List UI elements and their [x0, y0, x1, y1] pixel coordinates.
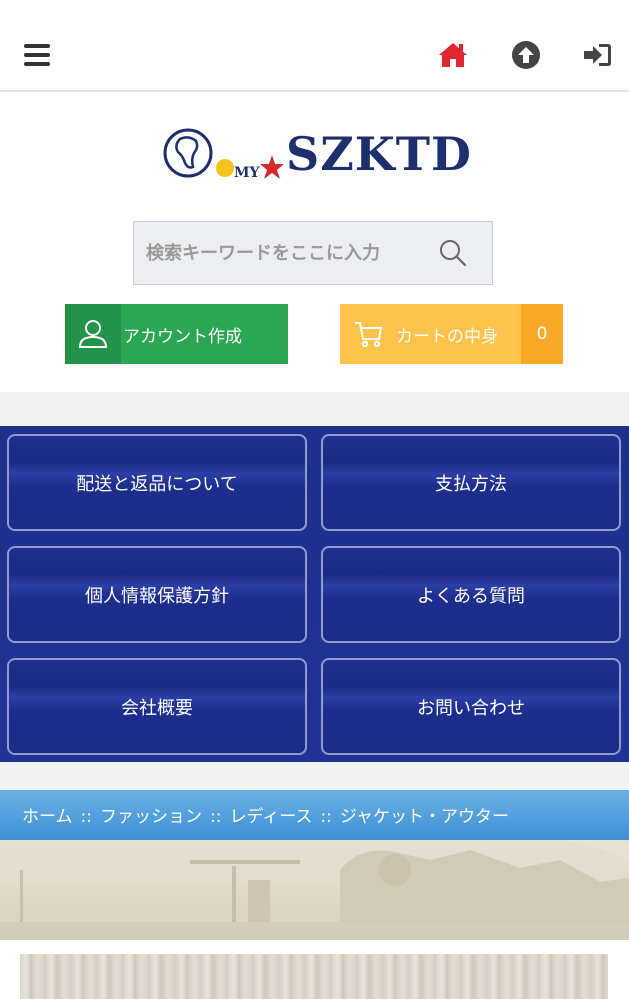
create-account-label: アカウント作成: [123, 326, 242, 347]
menu-privacy-policy[interactable]: 個人情報保護方針: [7, 546, 307, 643]
info-menu-grid: 配送と返品について 支払方法 個人情報保護方針 よくある質問 会社概要 お問い合…: [0, 426, 629, 762]
menu-item-label: お問い合わせ: [417, 697, 525, 719]
home-icon[interactable]: [436, 38, 470, 72]
cart-count-badge: 0: [521, 304, 563, 364]
content-area: [0, 940, 629, 999]
search-input[interactable]: [146, 238, 426, 268]
logo-prefix-text: MY: [234, 165, 260, 181]
sign-in-icon[interactable]: [580, 38, 614, 72]
menu-shipping-returns[interactable]: 配送と返品について: [7, 434, 307, 531]
search-icon: [440, 240, 467, 267]
cart-label: カートの中身: [396, 326, 498, 347]
breadcrumb-separator: ::: [320, 807, 332, 827]
menu-item-label: 会社概要: [121, 697, 193, 719]
breadcrumb: ホーム:: ファッション:: レディース:: ジャケット・アウター: [22, 802, 509, 827]
menu-company-profile[interactable]: 会社概要: [7, 658, 307, 755]
header-area: MY SZKTD アカウント作成: [0, 92, 629, 392]
breadcrumb-item-jackets-outer: ジャケット・アウター: [339, 807, 510, 827]
logo-text: SZKTD: [286, 127, 472, 181]
menu-item-label: よくある質問: [417, 585, 525, 607]
top-navigation-bar: [0, 0, 629, 90]
search-button[interactable]: [436, 236, 470, 270]
category-banner-image: [20, 954, 608, 999]
cart-button[interactable]: カートの中身 0: [340, 304, 563, 364]
menu-item-label: 個人情報保護方針: [85, 585, 229, 607]
site-logo[interactable]: MY SZKTD: [163, 125, 473, 183]
search-box: [133, 221, 493, 285]
menu-item-label: 支払方法: [435, 473, 507, 495]
user-icon: [65, 304, 121, 364]
cart-icon: [340, 304, 396, 364]
menu-contact[interactable]: お問い合わせ: [321, 658, 621, 755]
breadcrumb-separator: ::: [80, 807, 92, 827]
hamburger-menu-icon[interactable]: [24, 44, 50, 68]
breadcrumb-item-home[interactable]: ホーム: [22, 807, 73, 827]
menu-item-label: 配送と返品について: [76, 473, 238, 495]
breadcrumb-banner: ホーム:: ファッション:: レディース:: ジャケット・アウター: [0, 790, 629, 940]
arrow-up-circle-icon[interactable]: [509, 38, 543, 72]
create-account-button[interactable]: アカウント作成: [65, 304, 288, 364]
breadcrumb-separator: ::: [209, 807, 222, 827]
menu-payment-methods[interactable]: 支払方法: [321, 434, 621, 531]
breadcrumb-item-ladies[interactable]: レディース: [229, 807, 312, 827]
menu-faq[interactable]: よくある質問: [321, 546, 621, 643]
breadcrumb-item-fashion[interactable]: ファッション: [100, 807, 202, 827]
